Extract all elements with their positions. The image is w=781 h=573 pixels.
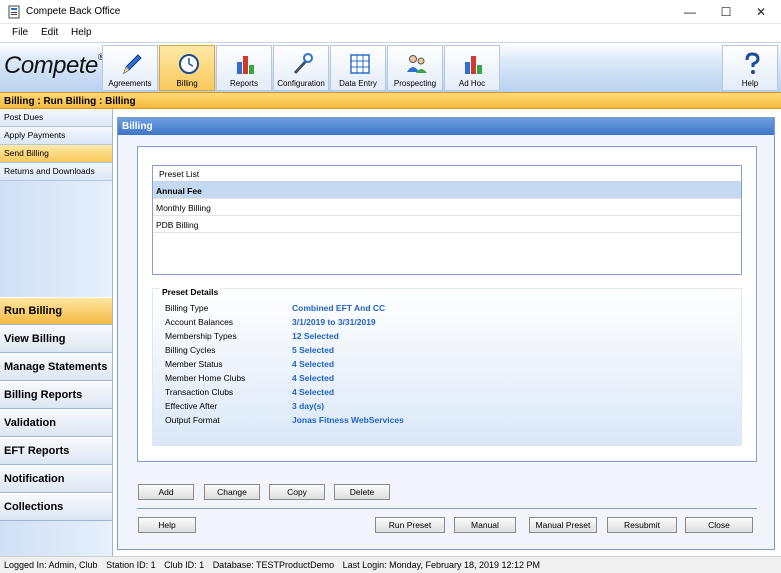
nav-run-billing[interactable]: Run Billing bbox=[0, 297, 112, 325]
subnav-returns-and-downloads[interactable]: Returns and Downloads bbox=[0, 163, 112, 181]
question-mark-icon bbox=[745, 52, 760, 74]
toolbar-configuration-button[interactable]: Configuration bbox=[273, 45, 329, 91]
toolbar-agreements-button[interactable]: Agreements bbox=[102, 45, 158, 91]
nav-billing-reports[interactable]: Billing Reports bbox=[0, 381, 112, 409]
nav-collections[interactable]: Collections bbox=[0, 493, 112, 521]
clock-icon bbox=[179, 54, 199, 74]
subnav-send-billing[interactable]: Send Billing bbox=[0, 145, 112, 163]
minimize-button[interactable]: — bbox=[670, 0, 710, 24]
wrench-icon bbox=[293, 53, 313, 75]
window-title: Compete Back Office bbox=[26, 6, 121, 17]
toolbar-ad-hoc-button[interactable]: Ad Hoc bbox=[444, 45, 500, 91]
status-club: Club ID: 1 bbox=[164, 560, 205, 570]
close-window-button[interactable]: ✕ bbox=[741, 0, 781, 24]
subnav-post-dues[interactable]: Post Dues bbox=[0, 109, 112, 127]
button-separator bbox=[137, 508, 757, 509]
nav-manage-statements[interactable]: Manage Statements bbox=[0, 353, 112, 381]
menu-bar: File Edit Help bbox=[0, 24, 781, 42]
preset-row-pdb-billing[interactable]: PDB Billing bbox=[153, 216, 741, 233]
toolbar-data-entry-button[interactable]: Data Entry bbox=[330, 45, 386, 91]
grid-icon bbox=[350, 54, 370, 74]
preset-list-header: Preset List bbox=[153, 166, 741, 182]
menu-file[interactable]: File bbox=[12, 27, 28, 38]
toolbar-prospecting-button[interactable]: Prospecting bbox=[387, 45, 443, 91]
panel-title: Billing bbox=[118, 118, 774, 135]
copy-button[interactable]: Copy bbox=[269, 484, 325, 500]
nav-validation[interactable]: Validation bbox=[0, 409, 112, 437]
bar-chart-icon bbox=[465, 56, 482, 74]
resubmit-button[interactable]: Resubmit bbox=[607, 517, 677, 533]
status-station: Station ID: 1 bbox=[106, 560, 156, 570]
preset-details-title: Preset Details bbox=[160, 287, 221, 297]
app-icon bbox=[8, 5, 20, 19]
status-database: Database: TESTProductDemo bbox=[212, 560, 335, 570]
delete-button[interactable]: Delete bbox=[334, 484, 390, 500]
help-button[interactable]: Help bbox=[138, 517, 196, 533]
toolbar-reports-button[interactable]: Reports bbox=[216, 45, 272, 91]
content-box: Preset List Annual Fee Monthly Billing P… bbox=[137, 146, 757, 462]
bar-chart-icon bbox=[237, 56, 254, 74]
menu-edit[interactable]: Edit bbox=[41, 27, 58, 38]
add-button[interactable]: Add bbox=[138, 484, 194, 500]
people-icon bbox=[407, 55, 427, 73]
toolbar-billing-button[interactable]: Billing bbox=[159, 45, 215, 91]
status-bar: Logged In: Admin, Club Station ID: 1 Clu… bbox=[0, 556, 781, 573]
preset-list: Preset List Annual Fee Monthly Billing P… bbox=[152, 165, 742, 275]
title-bar: Compete Back Office — ☐ ✕ bbox=[0, 0, 781, 24]
toolbar-help-button[interactable]: Help bbox=[722, 45, 778, 91]
left-nav: Post Dues Apply Payments Send Billing Re… bbox=[0, 109, 113, 556]
preset-details: Preset Details Billing Type Combined EFT … bbox=[152, 287, 742, 446]
manual-button[interactable]: Manual bbox=[454, 517, 516, 533]
nav-eft-reports[interactable]: EFT Reports bbox=[0, 437, 112, 465]
compete-logo: Compete® bbox=[4, 52, 105, 79]
manual-preset-button[interactable]: Manual Preset bbox=[529, 517, 597, 533]
status-last-login: Last Login: Monday, February 18, 2019 12… bbox=[342, 560, 541, 570]
maximize-button[interactable]: ☐ bbox=[706, 0, 746, 24]
close-button[interactable]: Close bbox=[685, 517, 753, 533]
subnav-apply-payments[interactable]: Apply Payments bbox=[0, 127, 112, 145]
run-preset-button[interactable]: Run Preset bbox=[375, 517, 445, 533]
pencil-icon bbox=[123, 54, 142, 75]
toolbar: Compete® Agreements Billing Reports Conf… bbox=[0, 42, 781, 92]
menu-help[interactable]: Help bbox=[71, 27, 92, 38]
nav-view-billing[interactable]: View Billing bbox=[0, 325, 112, 353]
preset-row-annual-fee[interactable]: Annual Fee bbox=[153, 182, 741, 199]
breadcrumb: Billing : Run Billing : Billing bbox=[0, 92, 781, 109]
nav-notification[interactable]: Notification bbox=[0, 465, 112, 493]
status-logged-in: Logged In: Admin, Club bbox=[4, 560, 98, 570]
change-button[interactable]: Change bbox=[204, 484, 260, 500]
billing-panel: Billing Preset List Annual Fee Monthly B… bbox=[117, 117, 775, 550]
preset-row-monthly-billing[interactable]: Monthly Billing bbox=[153, 199, 741, 216]
